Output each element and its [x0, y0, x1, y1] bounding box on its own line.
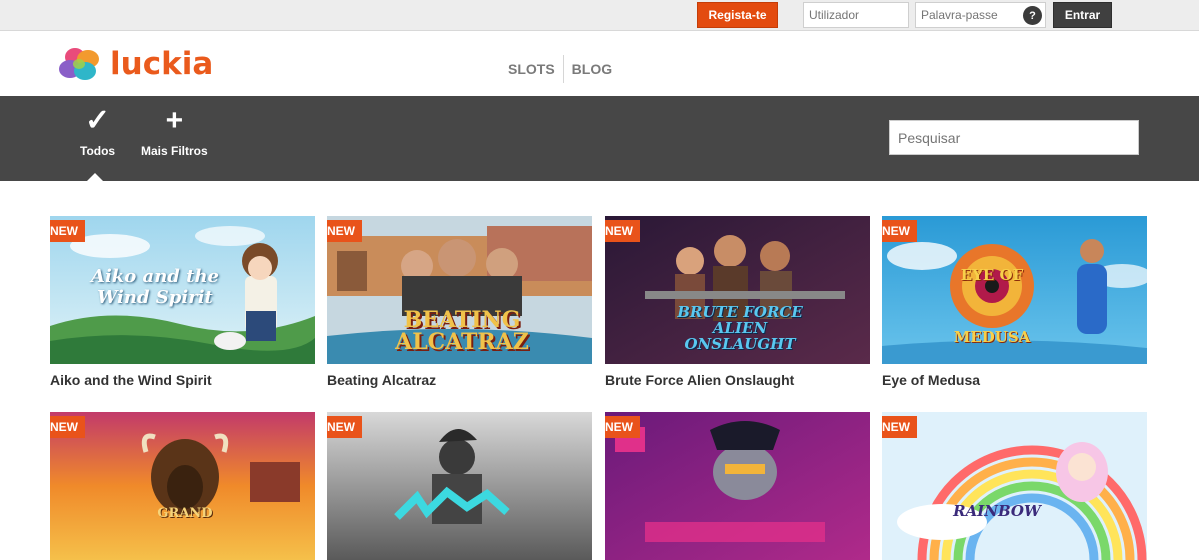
game-thumbnail[interactable]: BEATING ALCATRAZ NEW [327, 216, 592, 364]
game-thumbnail[interactable]: NEW [605, 412, 870, 560]
nav-blog[interactable]: BLOG [564, 61, 620, 77]
game-art-title: EYE OF MEDUSA [953, 266, 1031, 346]
game-art-raccoon [605, 412, 870, 560]
game-title[interactable]: Aiko and the Wind Spirit [50, 372, 315, 388]
game-thumbnail[interactable]: NEW [327, 412, 592, 560]
game-art-title: BRUTE FORCE ALIEN ONSLAUGHT [677, 303, 803, 353]
nav-slots[interactable]: SLOTS [500, 61, 563, 77]
game-card[interactable]: NEW [327, 412, 592, 560]
game-thumbnail[interactable]: EYE OF MEDUSA NEW [882, 216, 1147, 364]
new-badge: NEW [50, 416, 85, 438]
game-thumbnail[interactable]: GRAND NEW [50, 412, 315, 560]
filter-more[interactable]: + Mais Filtros [141, 104, 208, 159]
game-card[interactable]: RAINBOW NEW [882, 412, 1147, 560]
login-button[interactable]: Entrar [1053, 2, 1112, 28]
new-badge: NEW [882, 416, 917, 438]
game-card[interactable]: EYE OF MEDUSA NEW Eye of Medusa [882, 216, 1147, 388]
register-button[interactable]: Regista-te [697, 2, 778, 28]
new-badge: NEW [605, 416, 640, 438]
game-card[interactable]: Aiko and the Wind Spirit NEW Aiko and th… [50, 216, 315, 388]
game-art-title: GRAND [157, 506, 213, 521]
logo-text: luckia [110, 46, 214, 82]
game-thumbnail[interactable]: BRUTE FORCE ALIEN ONSLAUGHT NEW [605, 216, 870, 364]
game-card[interactable]: BRUTE FORCE ALIEN ONSLAUGHT NEW Brute Fo… [605, 216, 870, 388]
main-nav: SLOTS BLOG [500, 54, 620, 84]
game-card[interactable]: GRAND NEW [50, 412, 315, 560]
new-badge: NEW [605, 220, 640, 242]
new-badge: NEW [327, 220, 362, 242]
game-title[interactable]: Eye of Medusa [882, 372, 1147, 388]
check-icon: ✓ [84, 104, 111, 137]
game-thumbnail[interactable]: Aiko and the Wind Spirit NEW [50, 216, 315, 364]
search-input[interactable] [889, 120, 1139, 155]
login-bar: Regista-te ? Entrar [0, 0, 1199, 31]
game-art-title: RAINBOW [953, 502, 1041, 520]
filter-bar: ✓ Todos + Mais Filtros [0, 96, 1199, 182]
game-title[interactable]: Beating Alcatraz [327, 372, 592, 388]
plus-icon: + [165, 104, 184, 137]
game-card[interactable]: NEW [605, 412, 870, 560]
game-card[interactable]: BEATING ALCATRAZ NEW Beating Alcatraz [327, 216, 592, 388]
game-art-gladiator [327, 412, 592, 560]
filter-all-label: Todos [80, 144, 116, 158]
game-art-rainbow [882, 412, 1147, 560]
game-thumbnail[interactable]: RAINBOW NEW [882, 412, 1147, 560]
filter-all[interactable]: ✓ Todos [80, 104, 116, 159]
new-badge: NEW [882, 220, 917, 242]
help-icon[interactable]: ? [1023, 6, 1042, 25]
username-input[interactable] [803, 2, 909, 28]
new-badge: NEW [327, 416, 362, 438]
game-title[interactable]: Brute Force Alien Onslaught [605, 372, 870, 388]
logo[interactable]: luckia [57, 44, 213, 84]
clover-logo-icon [59, 48, 99, 80]
game-art-title: Aiko and the Wind Spirit [90, 266, 219, 308]
site-header: luckia SLOTS BLOG [0, 32, 1199, 96]
active-filter-caret-icon [86, 173, 104, 182]
game-art-title: BEATING ALCATRAZ [395, 307, 529, 355]
filter-more-label: Mais Filtros [141, 144, 208, 158]
game-art-bison [50, 412, 315, 560]
new-badge: NEW [50, 220, 85, 242]
